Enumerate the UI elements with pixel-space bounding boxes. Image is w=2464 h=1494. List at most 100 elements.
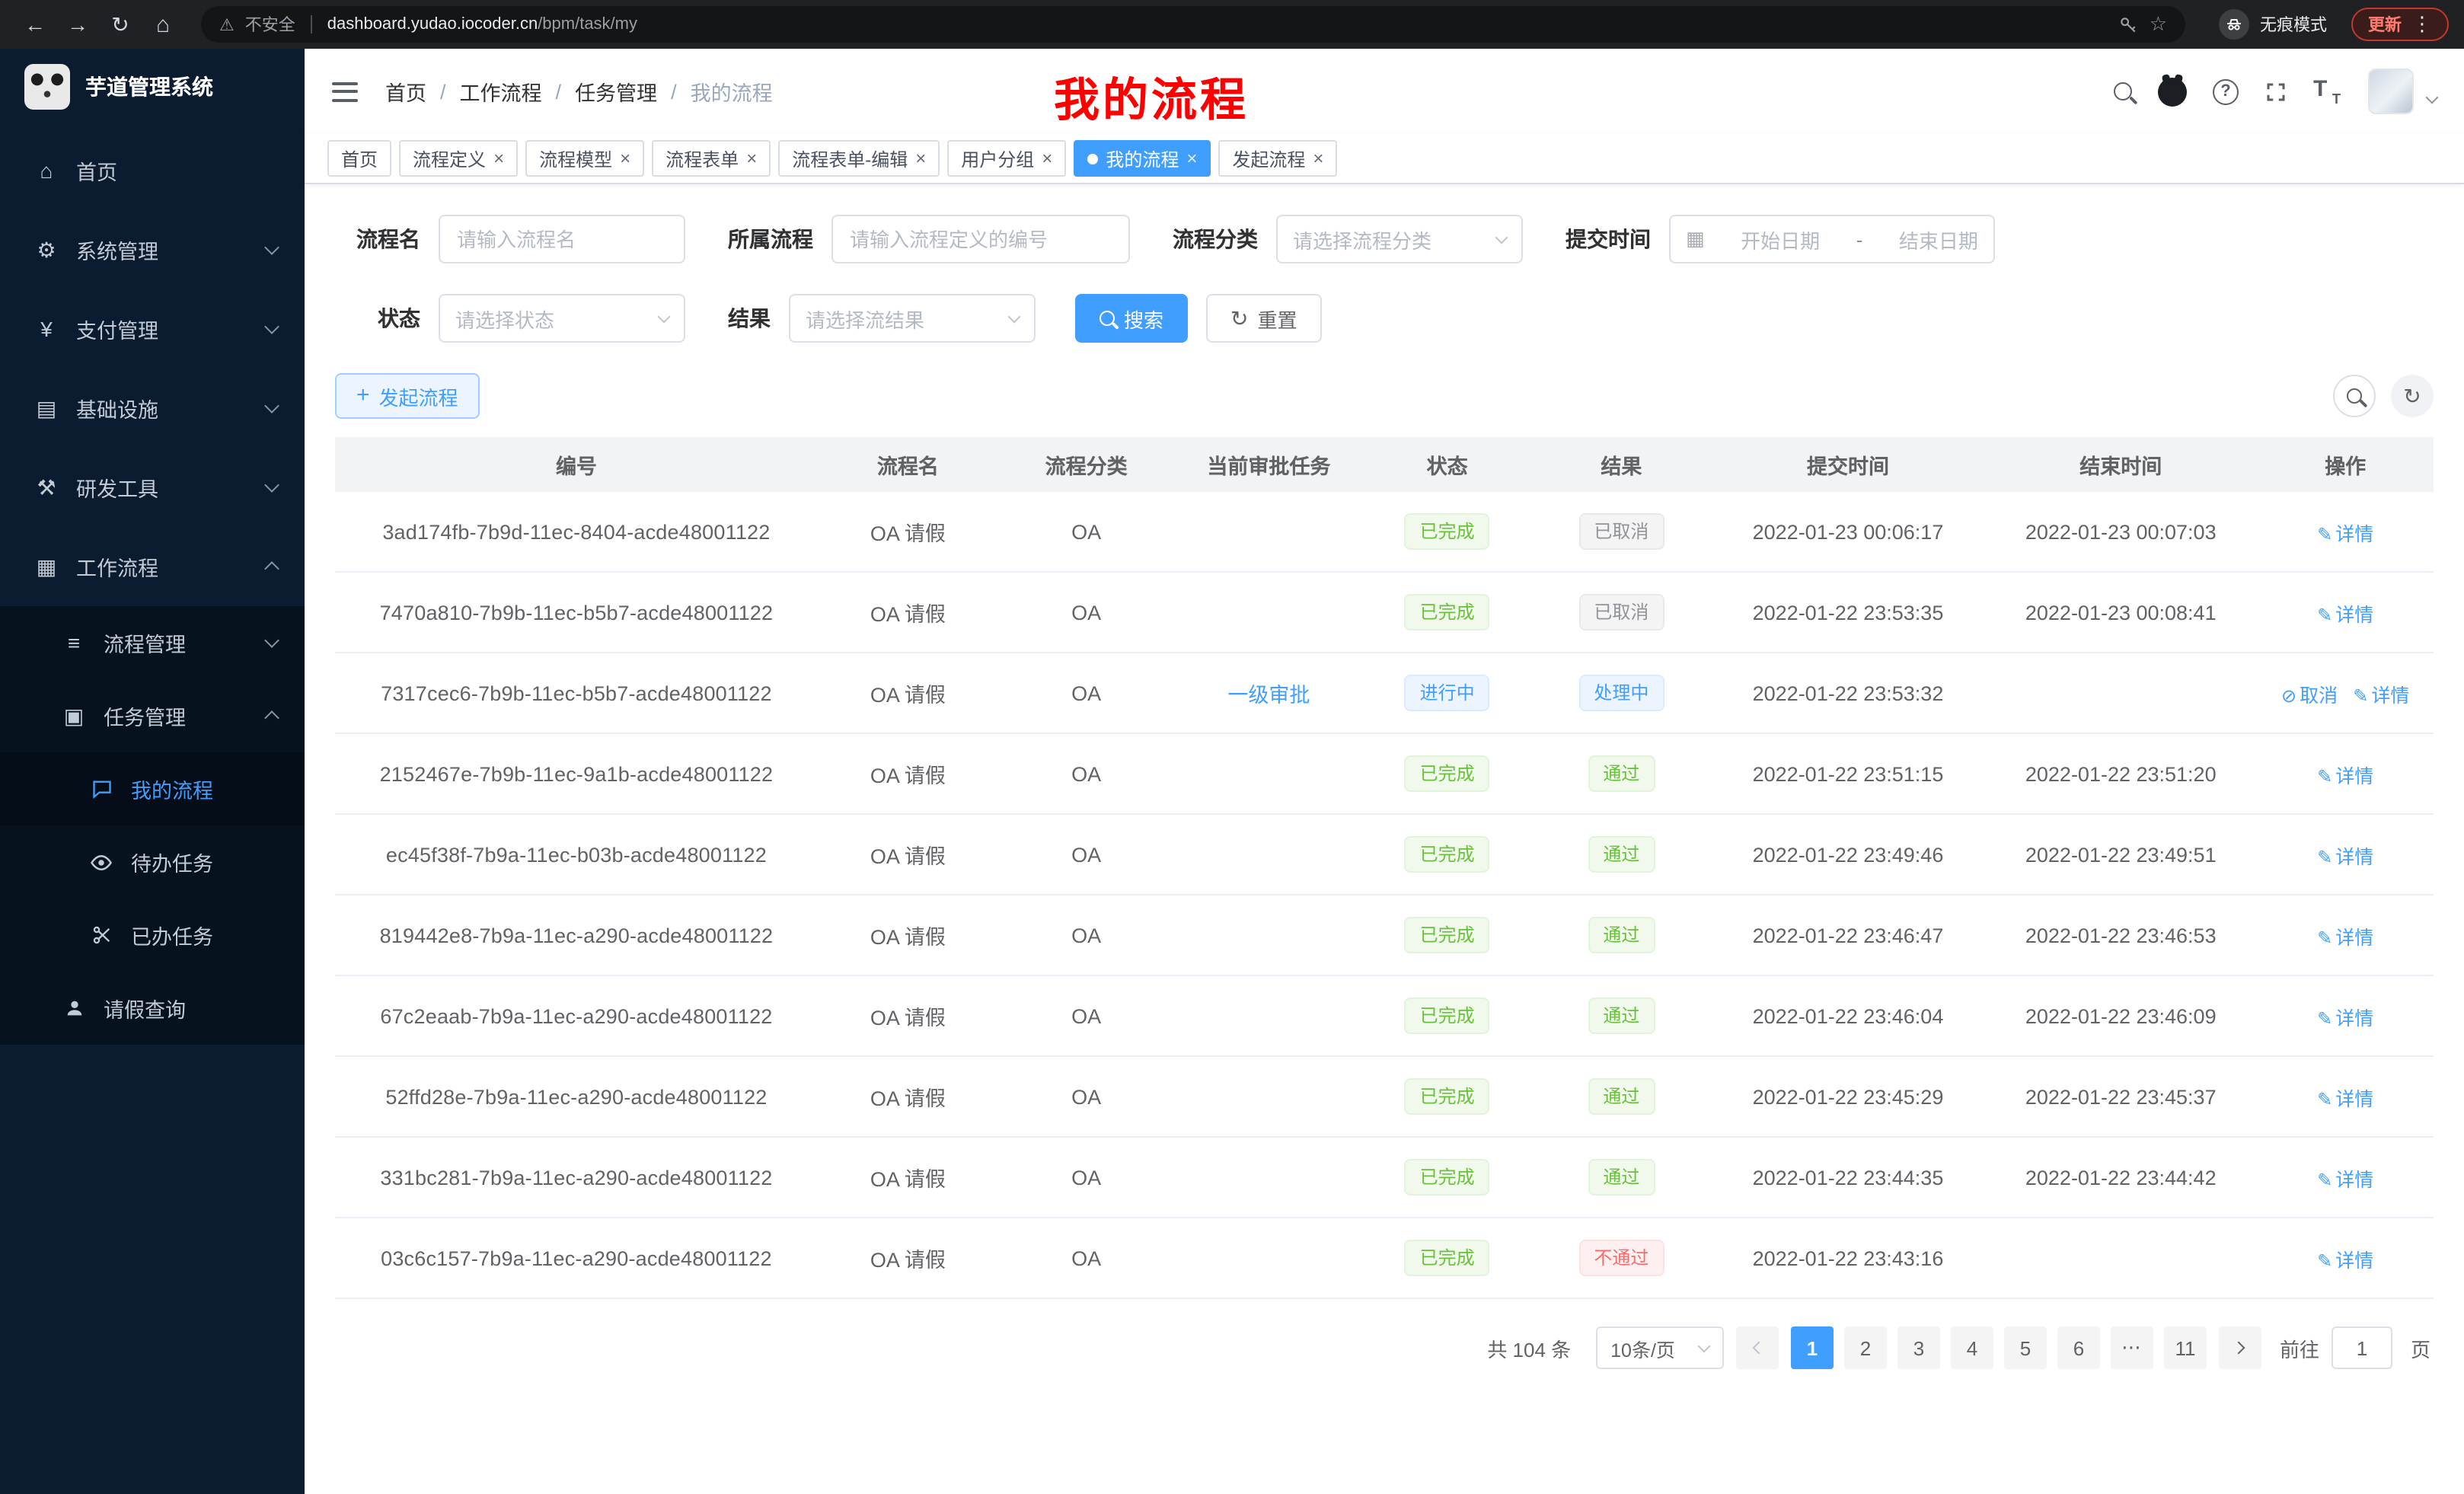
detail-link[interactable]: ✎详情 <box>2317 765 2373 787</box>
browser-forward-icon[interactable]: → <box>58 12 97 37</box>
font-size-icon[interactable] <box>2313 78 2342 104</box>
result-select[interactable]: 请选择流结果 <box>789 294 1036 343</box>
pagination: 共 104 条 10条/页 123456⋯11 前往 页 <box>335 1326 2430 1369</box>
password-key-icon[interactable] <box>2119 14 2139 34</box>
sidebar-item[interactable]: 待办任务 <box>0 825 305 899</box>
browser-back-icon[interactable]: ← <box>15 12 55 37</box>
sidebar-item[interactable]: 已办任务 <box>0 899 305 972</box>
logo[interactable]: 芋道管理系统 <box>0 49 305 125</box>
screen: ← → ↻ ⌂ ⚠ 不安全 dashboard.yudao.iocoder.cn… <box>0 0 2464 1494</box>
sidebar-item[interactable]: 我的流程 <box>0 752 305 825</box>
create-process-button[interactable]: + 发起流程 <box>335 373 480 419</box>
page-button[interactable]: 2 <box>1844 1326 1887 1369</box>
bookmark-star-icon[interactable]: ☆ <box>2150 12 2167 37</box>
fullscreen-icon[interactable] <box>2265 80 2287 103</box>
sidebar-item-label: 系统管理 <box>76 235 267 265</box>
process-name-input[interactable] <box>439 215 685 263</box>
avatar[interactable] <box>2368 69 2414 114</box>
detail-link[interactable]: ✎详情 <box>2353 685 2409 706</box>
close-icon[interactable]: × <box>915 149 926 168</box>
update-button[interactable]: 更新 ⋮ <box>2351 8 2449 41</box>
tab-item[interactable]: 流程表单-编辑× <box>778 140 940 177</box>
breadcrumb-item[interactable]: 首页 <box>385 76 426 107</box>
process-name-cell: OA 请假 <box>818 572 998 653</box>
status-select[interactable]: 请选择状态 <box>439 294 685 343</box>
sidebar-item[interactable]: 请假查询 <box>0 972 305 1045</box>
sidebar-item[interactable]: ⚒研发工具 <box>0 448 305 527</box>
breadcrumb-item[interactable]: 任务管理 <box>575 76 657 107</box>
browser-menu-icon[interactable]: ⋮ <box>2412 12 2432 37</box>
detail-link[interactable]: ✎详情 <box>2317 604 2373 625</box>
page-size-select[interactable]: 10条/页 <box>1595 1326 1724 1369</box>
chevron-down-icon[interactable] <box>2426 91 2439 104</box>
submit-time-range-picker[interactable]: ▦ 开始日期 - 结束日期 <box>1669 215 1995 263</box>
status-tag: 处理中 <box>1578 675 1664 711</box>
goto-page-input[interactable] <box>2332 1326 2392 1369</box>
page-button[interactable]: 5 <box>2004 1326 2047 1369</box>
hamburger-icon[interactable] <box>332 81 358 101</box>
browser-toolbar: ← → ↻ ⌂ ⚠ 不安全 dashboard.yudao.iocoder.cn… <box>0 0 2464 49</box>
security-label[interactable]: 不安全 <box>245 12 295 37</box>
reset-button[interactable]: ↻ 重置 <box>1206 294 1322 343</box>
breadcrumb-item[interactable]: 工作流程 <box>460 76 542 107</box>
close-icon[interactable]: × <box>1186 149 1197 168</box>
cancel-link[interactable]: ⊘取消 <box>2281 685 2338 706</box>
search-icon[interactable] <box>2114 82 2132 101</box>
tab-item[interactable]: 首页 <box>327 140 391 177</box>
tab-active[interactable]: 我的流程× <box>1074 140 1211 177</box>
detail-link[interactable]: ✎详情 <box>2317 523 2373 544</box>
help-icon[interactable] <box>2213 78 2239 104</box>
close-icon[interactable]: × <box>1313 149 1323 168</box>
status-tag: 已完成 <box>1405 998 1490 1034</box>
sidebar-item[interactable]: ▦工作流程 <box>0 527 305 606</box>
tab-item[interactable]: 发起流程× <box>1218 140 1337 177</box>
page-button[interactable]: 3 <box>1897 1326 1940 1369</box>
category-select[interactable]: 请选择流程分类 <box>1276 215 1523 263</box>
detail-link[interactable]: ✎详情 <box>2317 1169 2373 1190</box>
search-button[interactable]: 搜索 <box>1075 294 1188 343</box>
toggle-search-button[interactable] <box>2333 375 2376 417</box>
close-icon[interactable]: × <box>1042 149 1052 168</box>
tab-item[interactable]: 流程定义 × <box>399 140 518 177</box>
tab-item[interactable]: 用户分组× <box>947 140 1066 177</box>
filter-label-status: 状态 <box>335 303 420 334</box>
current-task-cell <box>1174 895 1363 975</box>
sidebar-item[interactable]: ⚙系统管理 <box>0 210 305 289</box>
sidebar-item[interactable]: ⌂首页 <box>0 131 305 210</box>
pagination-pages: 123456 ⋯ 11 <box>1791 1326 2207 1369</box>
detail-link[interactable]: ✎详情 <box>2317 1250 2373 1271</box>
detail-link[interactable]: ✎详情 <box>2317 846 2373 867</box>
operation-cell: ✎详情 <box>2257 975 2434 1056</box>
next-page-button[interactable] <box>2219 1326 2261 1369</box>
tab-item[interactable]: 流程表单× <box>652 140 771 177</box>
browser-reload-icon[interactable]: ↻ <box>101 11 140 37</box>
sidebar: 芋道管理系统 ⌂首页⚙系统管理¥支付管理▤基础设施⚒研发工具▦工作流程≡流程管理… <box>0 49 305 1494</box>
process-definition-input[interactable] <box>831 215 1130 263</box>
page-button[interactable]: 11 <box>2164 1326 2207 1369</box>
browser-home-icon[interactable]: ⌂ <box>143 11 183 37</box>
github-icon[interactable] <box>2158 77 2187 106</box>
task-link[interactable]: 一级审批 <box>1227 684 1310 707</box>
sidebar-item[interactable]: ¥支付管理 <box>0 289 305 369</box>
page-button[interactable]: 4 <box>1951 1326 1993 1369</box>
address-bar[interactable]: ⚠ 不安全 dashboard.yudao.iocoder.cn/bpm/tas… <box>201 6 2185 43</box>
page-button[interactable]: 1 <box>1791 1326 1834 1369</box>
refresh-table-button[interactable]: ↻ <box>2391 375 2434 417</box>
close-icon[interactable]: × <box>746 149 757 168</box>
detail-link[interactable]: ✎详情 <box>2317 1007 2373 1029</box>
tab-label: 流程定义 <box>413 145 486 171</box>
pagination-ellipsis[interactable]: ⋯ <box>2111 1326 2153 1369</box>
close-icon[interactable]: × <box>493 149 504 168</box>
detail-link[interactable]: ✎详情 <box>2317 927 2373 948</box>
result-cell: 不通过 <box>1531 1218 1712 1298</box>
page-button[interactable]: 6 <box>2057 1326 2100 1369</box>
top-navbar: 首页/工作流程/任务管理/我的流程 我的流程 <box>305 49 2464 134</box>
navbar-actions <box>2114 69 2437 114</box>
prev-page-button[interactable] <box>1736 1326 1779 1369</box>
sidebar-item[interactable]: ▤基础设施 <box>0 369 305 448</box>
tab-item[interactable]: 流程模型× <box>525 140 644 177</box>
detail-link[interactable]: ✎详情 <box>2317 1088 2373 1109</box>
close-icon[interactable]: × <box>620 149 630 168</box>
sidebar-item[interactable]: ≡流程管理 <box>0 606 305 679</box>
sidebar-item[interactable]: ▣任务管理 <box>0 679 305 752</box>
